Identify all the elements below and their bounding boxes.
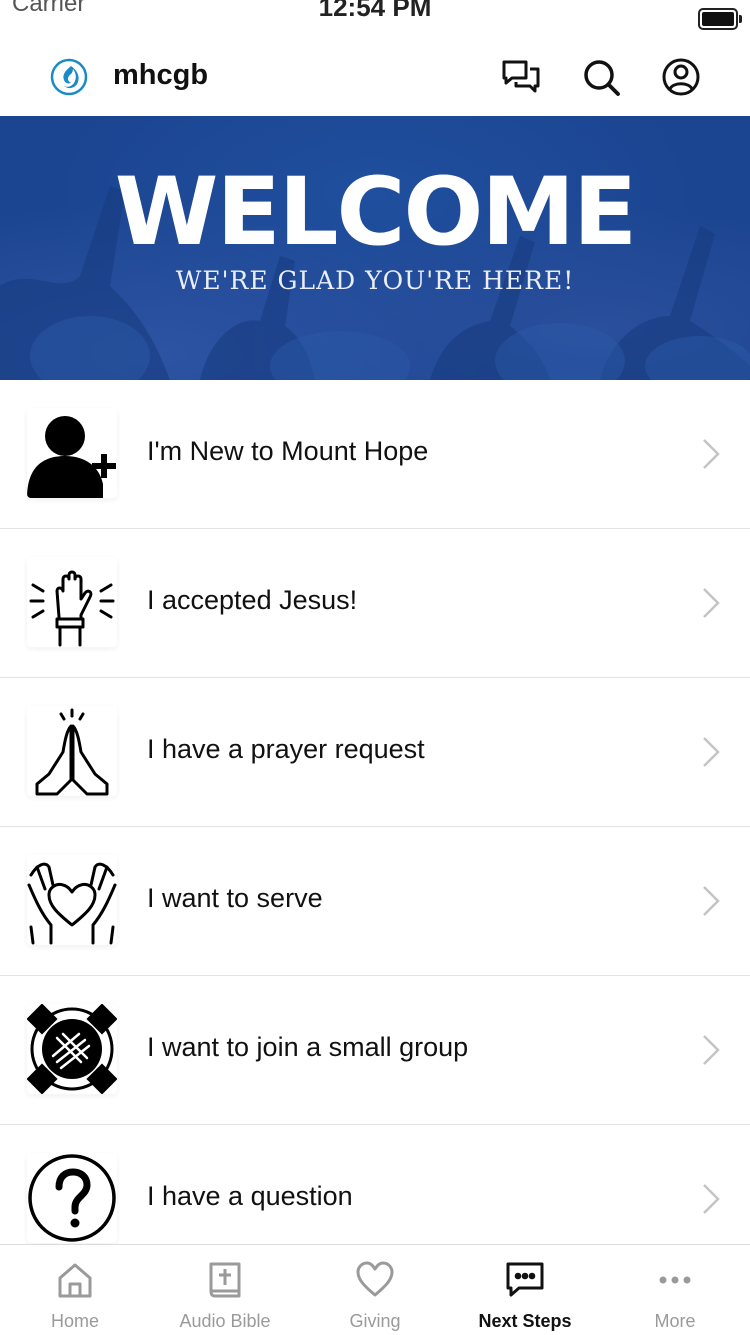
tab-home[interactable]: Home — [0, 1245, 150, 1335]
question-icon — [27, 1153, 117, 1243]
group-hands-icon — [27, 1004, 117, 1094]
list-item-label: I have a prayer request — [147, 734, 425, 764]
app-title: mhcgb — [113, 59, 209, 91]
banner-title: WELCOME — [114, 158, 637, 267]
list-item-new-to-mount-hope[interactable]: I'm New to Mount Hope — [0, 380, 750, 529]
tab-label: Audio Bible — [179, 1311, 271, 1331]
list-item-label: I accepted Jesus! — [147, 585, 358, 615]
list-item-label: I want to join a small group — [147, 1032, 469, 1062]
chevron-right-icon — [703, 439, 720, 469]
praying-hands-icon — [27, 706, 117, 796]
logo-icon — [50, 58, 88, 96]
tab-label: Next Steps — [478, 1311, 572, 1331]
chat-icon[interactable] — [500, 56, 542, 98]
app-header: mhcgb — [0, 40, 750, 116]
raised-hand-icon — [27, 557, 117, 647]
chevron-right-icon — [703, 588, 720, 618]
banner-subtitle: WE'RE GLAD YOU'RE HERE! — [175, 266, 575, 295]
chevron-right-icon — [703, 1184, 720, 1214]
tab-label: More — [654, 1311, 696, 1331]
tab-next-steps[interactable]: Next Steps — [450, 1245, 600, 1335]
tab-bar: Home Audio Bible Giving Next Steps More — [0, 1244, 750, 1335]
status-bar: Carrier 12:54 PM — [0, 0, 750, 40]
heart-hands-icon — [27, 855, 117, 945]
list-item-small-group[interactable]: I want to join a small group — [0, 976, 750, 1125]
chevron-right-icon — [703, 737, 720, 767]
tab-giving[interactable]: Giving — [300, 1245, 450, 1335]
tab-more[interactable]: More — [600, 1245, 750, 1335]
chevron-right-icon — [703, 1035, 720, 1065]
list-item-serve[interactable]: I want to serve — [0, 827, 750, 976]
list-item-label: I want to serve — [147, 883, 323, 913]
message-icon — [506, 1262, 544, 1297]
battery-icon — [698, 8, 742, 30]
list-item-accepted-jesus[interactable]: I accepted Jesus! — [0, 529, 750, 678]
list-item-prayer-request[interactable]: I have a prayer request — [0, 678, 750, 827]
heart-icon — [356, 1261, 394, 1297]
home-icon — [58, 1263, 92, 1298]
more-icon — [659, 1276, 691, 1284]
tab-label: Giving — [349, 1311, 401, 1331]
list-item-label: I have a question — [147, 1181, 353, 1211]
status-time: 12:54 PM — [318, 0, 432, 22]
welcome-banner: WELCOME WE'RE GLAD YOU'RE HERE! — [0, 116, 750, 380]
tab-audio-bible[interactable]: Audio Bible — [150, 1245, 300, 1335]
list-item-label: I'm New to Mount Hope — [147, 436, 429, 466]
chevron-right-icon — [703, 886, 720, 916]
profile-icon[interactable] — [660, 56, 702, 98]
new-person-icon — [27, 408, 117, 498]
bible-icon — [209, 1262, 241, 1298]
search-icon[interactable] — [580, 56, 622, 98]
tab-label: Home — [50, 1311, 99, 1331]
